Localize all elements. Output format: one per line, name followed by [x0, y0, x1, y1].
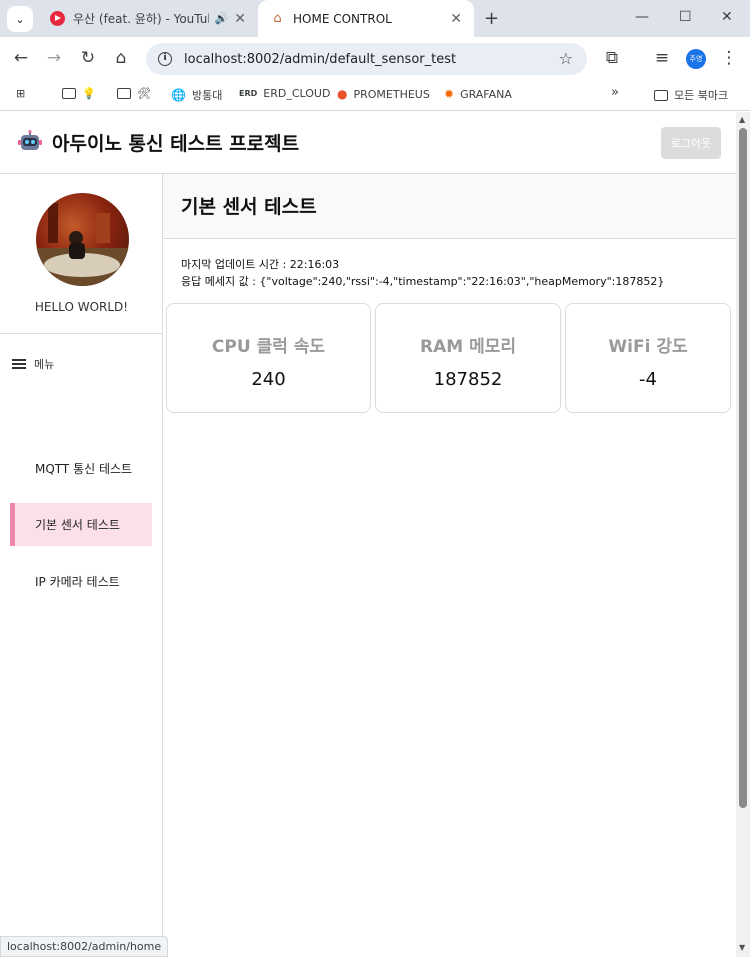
reload-icon[interactable]: ↻ — [77, 48, 99, 68]
page-title: 기본 센서 테스트 — [181, 196, 317, 218]
folder-icon — [62, 88, 76, 99]
forward-arrow-icon[interactable]: → — [43, 48, 65, 68]
bookmark-link[interactable]: ✹ GRAFANA — [444, 87, 512, 101]
last-update-text: 마지막 업데이트 시간 : 22:16:03 — [181, 258, 340, 271]
menu-label: 메뉴 — [34, 358, 55, 371]
response-text: 응답 메세지 값 : {"voltage":240,"rssi":-4,"tim… — [181, 275, 665, 288]
sidebar: HELLO WORLD! 메뉴 MQTT 통신 테스트 기본 센서 테스트 IP… — [0, 174, 163, 957]
window-close-icon[interactable]: ✕ — [721, 9, 733, 25]
apps-grid-icon[interactable]: ⊞ — [16, 87, 25, 100]
home-icon[interactable]: ⌂ — [110, 48, 132, 68]
bookmark-label: PROMETHEUS — [353, 87, 430, 101]
card-value: 187852 — [433, 369, 503, 390]
divider — [0, 333, 162, 334]
bookmarks-bar: ⊞ 💡 🛠 🌐 방통대 ERD ERD_CLOUD ● PROMETHEUS ✹ GRA… — [0, 81, 750, 111]
ram-card: RAM 메모리 187852 — [375, 303, 561, 413]
profile-avatar[interactable]: 주영 — [686, 49, 706, 69]
sidebar-item-sensor[interactable]: 기본 센서 테스트 — [10, 503, 152, 546]
all-bookmarks-folder[interactable]: 모든 북마크 — [654, 87, 728, 103]
grafana-icon: ✹ — [444, 87, 455, 101]
profile-image — [36, 193, 129, 286]
toolbar: ← → ↻ ⌂ i localhost:8002/admin/default_s… — [0, 37, 750, 81]
tab-youtube[interactable]: 우산 (feat. 윤하) - YouTube 🔊 ✕ — [38, 0, 258, 37]
bookmark-label: ERD_CLOUD — [263, 87, 331, 100]
info-icon[interactable]: i — [158, 52, 172, 66]
sidebar-item-label: MQTT 통신 테스트 — [35, 462, 133, 476]
scroll-thumb[interactable] — [739, 128, 747, 808]
app-header: 아두이노 통신 테스트 프로젝트 로그아웃 — [0, 112, 736, 174]
more-menu-icon[interactable]: ⋮ — [718, 48, 740, 68]
card-label: CPU 클럭 속도 — [211, 337, 326, 357]
home-favicon-icon: ⌂ — [273, 11, 282, 26]
address-bar[interactable]: i localhost:8002/admin/default_sensor_te… — [146, 43, 587, 75]
youtube-icon — [50, 11, 65, 26]
minimize-icon[interactable]: — — [635, 9, 649, 25]
close-icon[interactable]: ✕ — [450, 11, 462, 27]
wifi-card: WiFi 강도 -4 — [565, 303, 731, 413]
logout-button[interactable]: 로그아웃 — [661, 127, 721, 159]
extensions-icon[interactable]: ⧉ — [601, 48, 623, 68]
card-label: WiFi 강도 — [608, 337, 688, 357]
more-bookmarks-icon[interactable]: » — [611, 85, 619, 100]
back-arrow-icon[interactable]: ← — [10, 48, 32, 68]
media-control-icon[interactable]: ≡ — [651, 48, 673, 68]
bookmark-label: 방통대 — [191, 89, 223, 102]
scroll-up-icon[interactable]: ▲ — [739, 115, 745, 124]
main-content: 기본 센서 테스트 마지막 업데이트 시간 : 22:16:03 응답 메세지 … — [163, 174, 736, 957]
page-header: 기본 센서 테스트 — [163, 174, 736, 239]
page-scrollbar[interactable]: ▲ ▼ — [736, 112, 750, 957]
bookmark-label: GRAFANA — [460, 87, 512, 101]
status-url: localhost:8002/admin/home — [0, 936, 169, 957]
prometheus-icon: ● — [337, 87, 348, 101]
sidebar-item-mqtt[interactable]: MQTT 통신 테스트 — [10, 447, 152, 490]
sidebar-item-label: IP 카메라 테스트 — [35, 575, 120, 589]
cpu-card: CPU 클럭 속도 240 — [166, 303, 371, 413]
profile-photo-icon — [36, 203, 129, 286]
menu-header: 메뉴 — [12, 356, 54, 372]
star-icon[interactable]: ☆ — [559, 49, 573, 68]
chevron-down-icon: ⌄ — [15, 12, 25, 26]
erd-icon: ERD — [239, 89, 258, 98]
bookmark-label: 모든 북마크 — [674, 89, 729, 102]
sidebar-item-label: 기본 센서 테스트 — [35, 518, 120, 532]
tab-search-button[interactable]: ⌄ — [7, 6, 33, 32]
speaker-icon[interactable]: 🔊 — [215, 12, 229, 25]
card-label: RAM 메모리 — [419, 337, 516, 357]
sidebar-item-camera[interactable]: IP 카메라 테스트 — [10, 560, 152, 603]
tab-title: 우산 (feat. 윤하) - YouTube — [73, 12, 209, 26]
new-tab-button[interactable]: + — [484, 8, 499, 29]
bookmark-link[interactable]: ERD ERD_CLOUD — [239, 87, 330, 100]
robot-icon — [18, 130, 42, 150]
list-menu-icon — [12, 357, 26, 371]
bookmark-folder[interactable]: 🛠 — [117, 87, 151, 100]
bookmark-label: 💡 — [82, 87, 96, 100]
url-text[interactable]: localhost:8002/admin/default_sensor_test — [184, 52, 456, 67]
bookmark-link[interactable]: ● PROMETHEUS — [337, 87, 430, 101]
app-title: 아두이노 통신 테스트 프로젝트 — [52, 133, 300, 155]
folder-icon — [654, 89, 668, 101]
bookmark-link[interactable]: 🌐 방통대 — [171, 87, 222, 103]
tab-home-control[interactable]: ⌂ HOME CONTROL ✕ — [258, 0, 474, 37]
scroll-down-icon[interactable]: ▼ — [739, 943, 745, 952]
maximize-icon[interactable]: ☐ — [679, 9, 692, 25]
tab-title: HOME CONTROL — [293, 11, 392, 26]
tab-strip: ⌄ 우산 (feat. 윤하) - YouTube 🔊 ✕ ⌂ HOME CON… — [0, 0, 750, 37]
profile-name: HELLO WORLD! — [34, 300, 129, 314]
folder-icon — [117, 88, 131, 99]
bookmark-label: 🛠 — [137, 87, 151, 100]
card-value: 240 — [251, 369, 286, 390]
close-icon[interactable]: ✕ — [234, 11, 246, 27]
globe-icon: 🌐 — [171, 88, 186, 102]
app-page: 아두이노 통신 테스트 프로젝트 로그아웃 HELLO WORLD! 메뉴 MQ… — [0, 112, 736, 957]
card-value: -4 — [639, 369, 657, 390]
bookmark-folder[interactable]: 💡 — [62, 87, 96, 100]
